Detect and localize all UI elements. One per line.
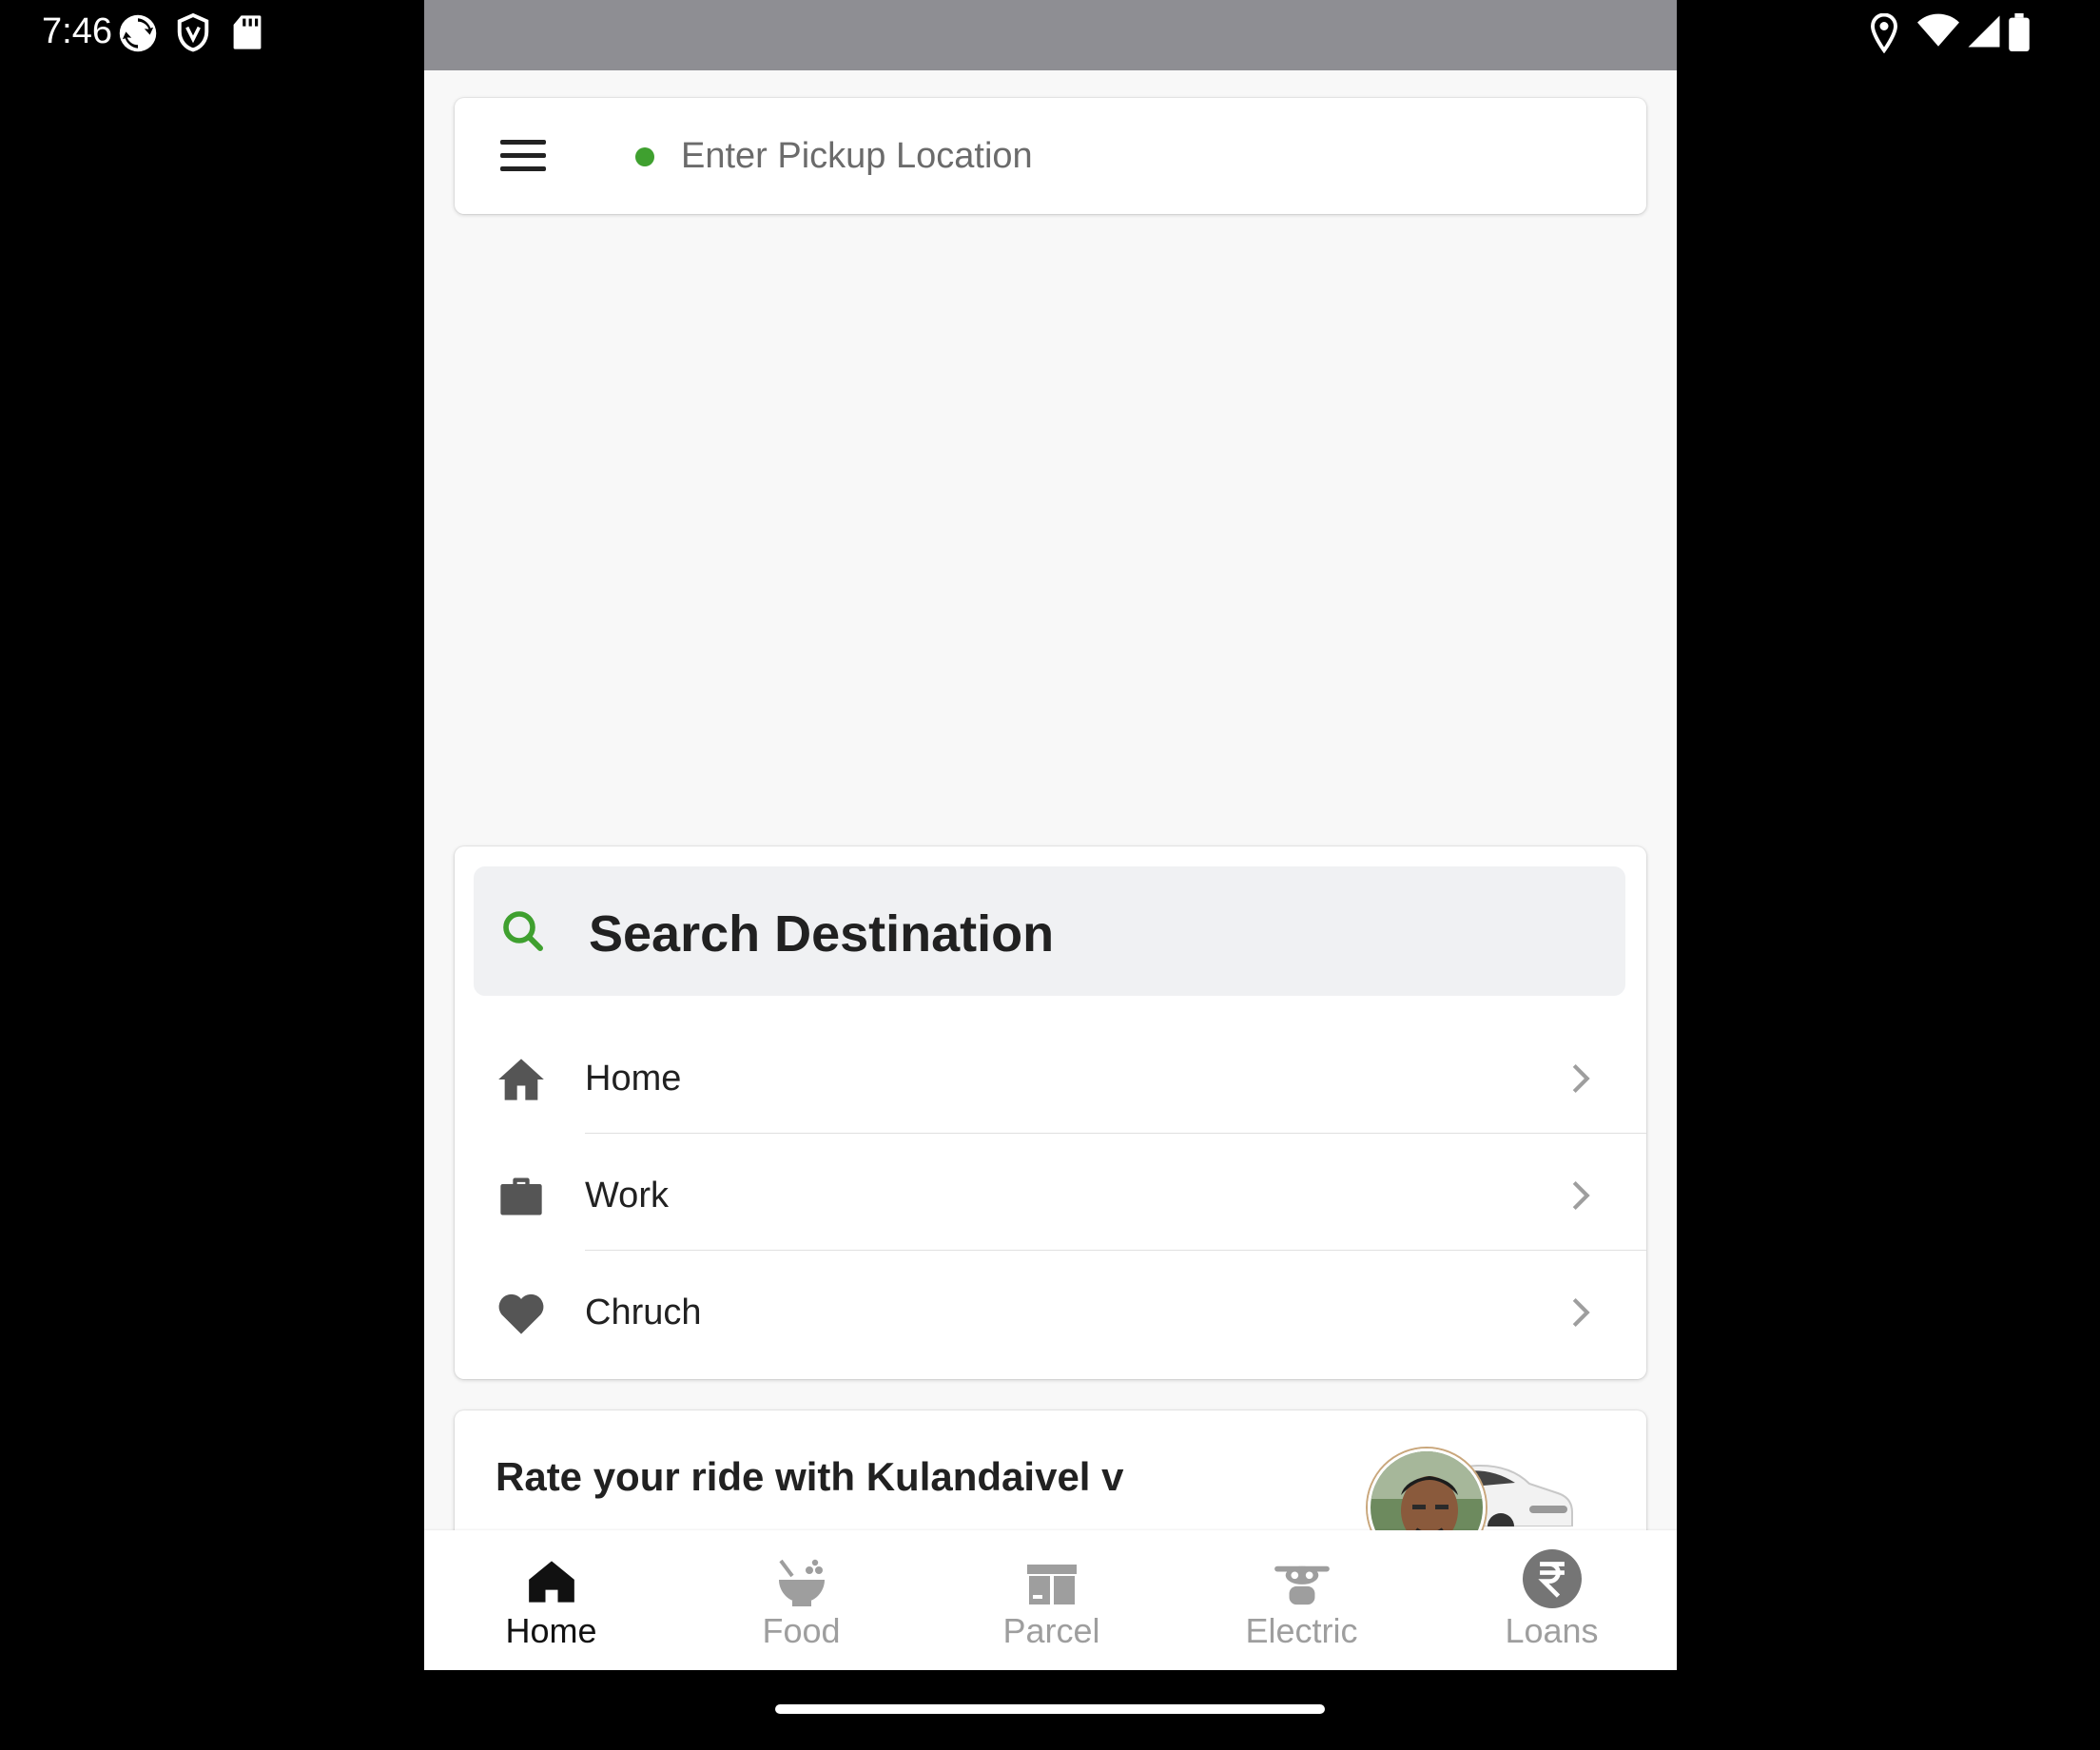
pickup-location-bar bbox=[455, 98, 1646, 214]
nav-loans[interactable]: Loans bbox=[1427, 1530, 1677, 1670]
saved-place-work[interactable]: Work bbox=[455, 1138, 1646, 1254]
rupee-icon bbox=[1522, 1549, 1582, 1608]
electric-scooter-icon bbox=[1274, 1565, 1330, 1605]
signal-icon bbox=[1968, 15, 2000, 48]
nav-electric[interactable]: Electric bbox=[1176, 1530, 1427, 1670]
top-strip bbox=[424, 0, 1677, 70]
destination-card: Search Destination Home Work Chruch bbox=[455, 846, 1646, 1379]
food-bowl-icon bbox=[778, 1559, 825, 1606]
chevron-right-icon bbox=[1572, 1063, 1590, 1094]
shield-icon bbox=[177, 13, 209, 52]
battery-icon bbox=[2009, 13, 2030, 51]
nav-parcel[interactable]: Parcel bbox=[926, 1530, 1176, 1670]
bottom-navigation: Home Food Parcel Electric Loans bbox=[424, 1530, 1677, 1670]
wifi-icon bbox=[1917, 13, 1959, 47]
nav-food[interactable]: Food bbox=[676, 1530, 926, 1670]
saved-place-home[interactable]: Home bbox=[455, 1021, 1646, 1137]
saved-place-label: Chruch bbox=[585, 1293, 702, 1332]
nav-home[interactable]: Home bbox=[426, 1530, 676, 1670]
nav-label: Parcel bbox=[1002, 1611, 1100, 1650]
pickup-status-dot bbox=[635, 147, 654, 166]
rate-ride-text: Rate your ride with Kulandaivel v bbox=[496, 1454, 1124, 1499]
chevron-right-icon bbox=[1572, 1180, 1590, 1211]
divider bbox=[585, 1250, 1646, 1251]
home-nav-icon bbox=[528, 1561, 574, 1603]
chevron-right-icon bbox=[1572, 1297, 1590, 1328]
saved-place-label: Work bbox=[585, 1176, 669, 1215]
home-icon bbox=[498, 1059, 544, 1100]
nav-label: Electric bbox=[1245, 1611, 1358, 1650]
search-icon bbox=[503, 911, 543, 951]
search-destination-label: Search Destination bbox=[589, 905, 1055, 962]
pickup-location-input[interactable] bbox=[679, 126, 1596, 185]
heart-icon bbox=[498, 1293, 544, 1334]
saved-place-church[interactable]: Chruch bbox=[455, 1254, 1646, 1371]
hamburger-menu-icon[interactable] bbox=[500, 140, 546, 172]
nav-label: Home bbox=[505, 1611, 597, 1650]
saved-place-label: Home bbox=[585, 1059, 682, 1099]
app-screen: Search Destination Home Work bbox=[424, 0, 1677, 1670]
nav-label: Food bbox=[762, 1611, 841, 1650]
divider bbox=[585, 1133, 1646, 1134]
status-time: 7:46 bbox=[42, 11, 112, 51]
location-icon bbox=[1871, 13, 1897, 53]
sync-icon bbox=[119, 14, 157, 52]
sd-card-icon bbox=[233, 15, 262, 49]
nav-label: Loans bbox=[1505, 1611, 1599, 1650]
parcel-box-icon bbox=[1026, 1565, 1077, 1604]
search-destination-box[interactable]: Search Destination bbox=[474, 866, 1625, 996]
gesture-navigation-bar[interactable] bbox=[775, 1704, 1325, 1714]
briefcase-icon bbox=[500, 1177, 542, 1215]
